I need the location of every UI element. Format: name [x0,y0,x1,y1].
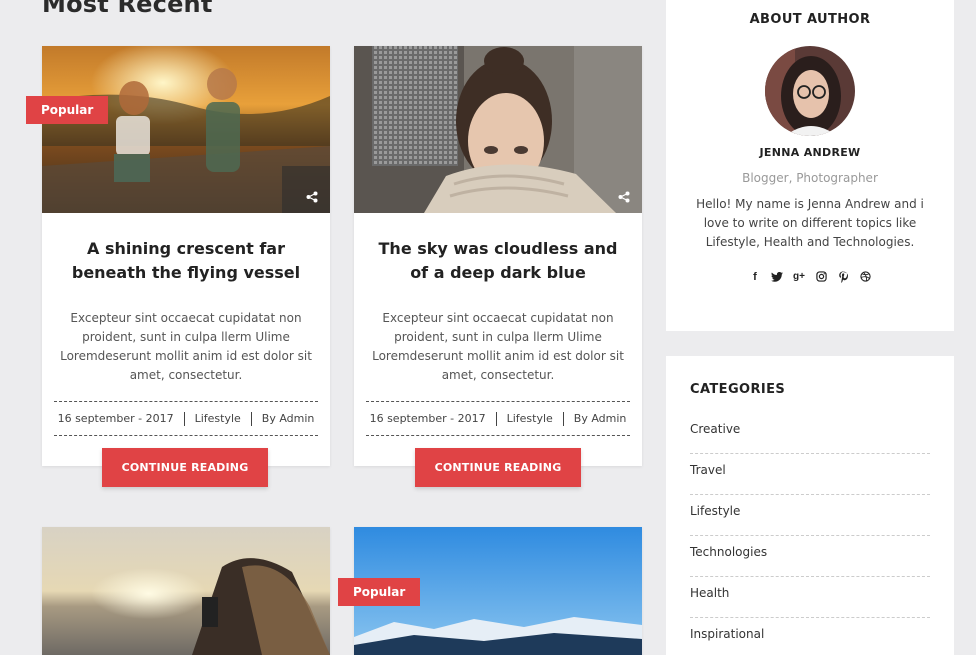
facebook-icon[interactable]: f [749,270,762,283]
post-meta: 16 september - 2017 Lifestyle By Admin [54,401,318,436]
post-card [42,527,330,655]
popular-badge: Popular [338,578,421,606]
author-name: JENNA ANDREW [759,146,861,159]
social-links: f g+ [666,270,954,283]
meta-divider [183,411,185,426]
category-list: Creative Travel Lifestyle Technologies H… [666,413,954,655]
category-item[interactable]: Creative [690,413,930,454]
post-category[interactable]: Lifestyle [195,412,241,425]
post-thumbnail[interactable] [42,527,330,655]
post-excerpt: Excepteur sint occaecat cupidatat non pr… [60,311,312,382]
author-bio: Hello! My name is Jenna Andrew and i lov… [696,197,924,249]
widget-title: ABOUT AUTHOR [749,12,871,27]
post-thumbnail[interactable] [354,46,642,213]
author-role: Blogger, Photographer [742,171,878,185]
google-plus-icon[interactable]: g+ [793,270,806,283]
category-item[interactable]: Technologies [690,536,930,577]
post-author[interactable]: By Admin [574,412,627,425]
section-title: Most Recent [42,0,213,18]
post-title[interactable]: A shining crescent far beneath the flyin… [42,237,330,285]
post-meta: 16 september - 2017 Lifestyle By Admin [366,401,630,436]
instagram-icon[interactable] [815,270,828,283]
share-icon[interactable] [306,191,318,203]
post-date: 16 september - 2017 [369,412,486,425]
category-item[interactable]: Lifestyle [690,495,930,536]
popular-badge: Popular [26,96,109,124]
continue-reading-button[interactable]: CONTINUE READING [102,448,268,487]
post-date: 16 september - 2017 [57,412,174,425]
about-author-widget: ABOUT AUTHOR JENNA ANDREW Blogger, Photo… [666,0,954,331]
meta-divider [562,411,564,426]
meta-divider [495,411,497,426]
post-category[interactable]: Lifestyle [507,412,553,425]
widget-title: CATEGORIES [690,382,786,397]
meta-divider [250,411,252,426]
pinterest-icon[interactable] [837,270,850,283]
avatar [765,46,855,136]
category-item[interactable]: Travel [690,454,930,495]
category-item[interactable]: Inspirational [690,618,930,655]
share-icon[interactable] [618,191,630,203]
post-thumbnail[interactable] [42,46,330,213]
category-item[interactable]: Health [690,577,930,618]
continue-reading-button[interactable]: CONTINUE READING [415,448,581,487]
categories-widget: CATEGORIES Creative Travel Lifestyle Tec… [666,356,954,655]
twitter-icon[interactable] [771,270,784,283]
post-author[interactable]: By Admin [262,412,315,425]
dribbble-icon[interactable] [859,270,872,283]
post-title[interactable]: The sky was cloudless and of a deep dark… [354,237,642,285]
post-card: The sky was cloudless and of a deep dark… [354,46,642,466]
post-excerpt: Excepteur sint occaecat cupidatat non pr… [372,311,624,382]
